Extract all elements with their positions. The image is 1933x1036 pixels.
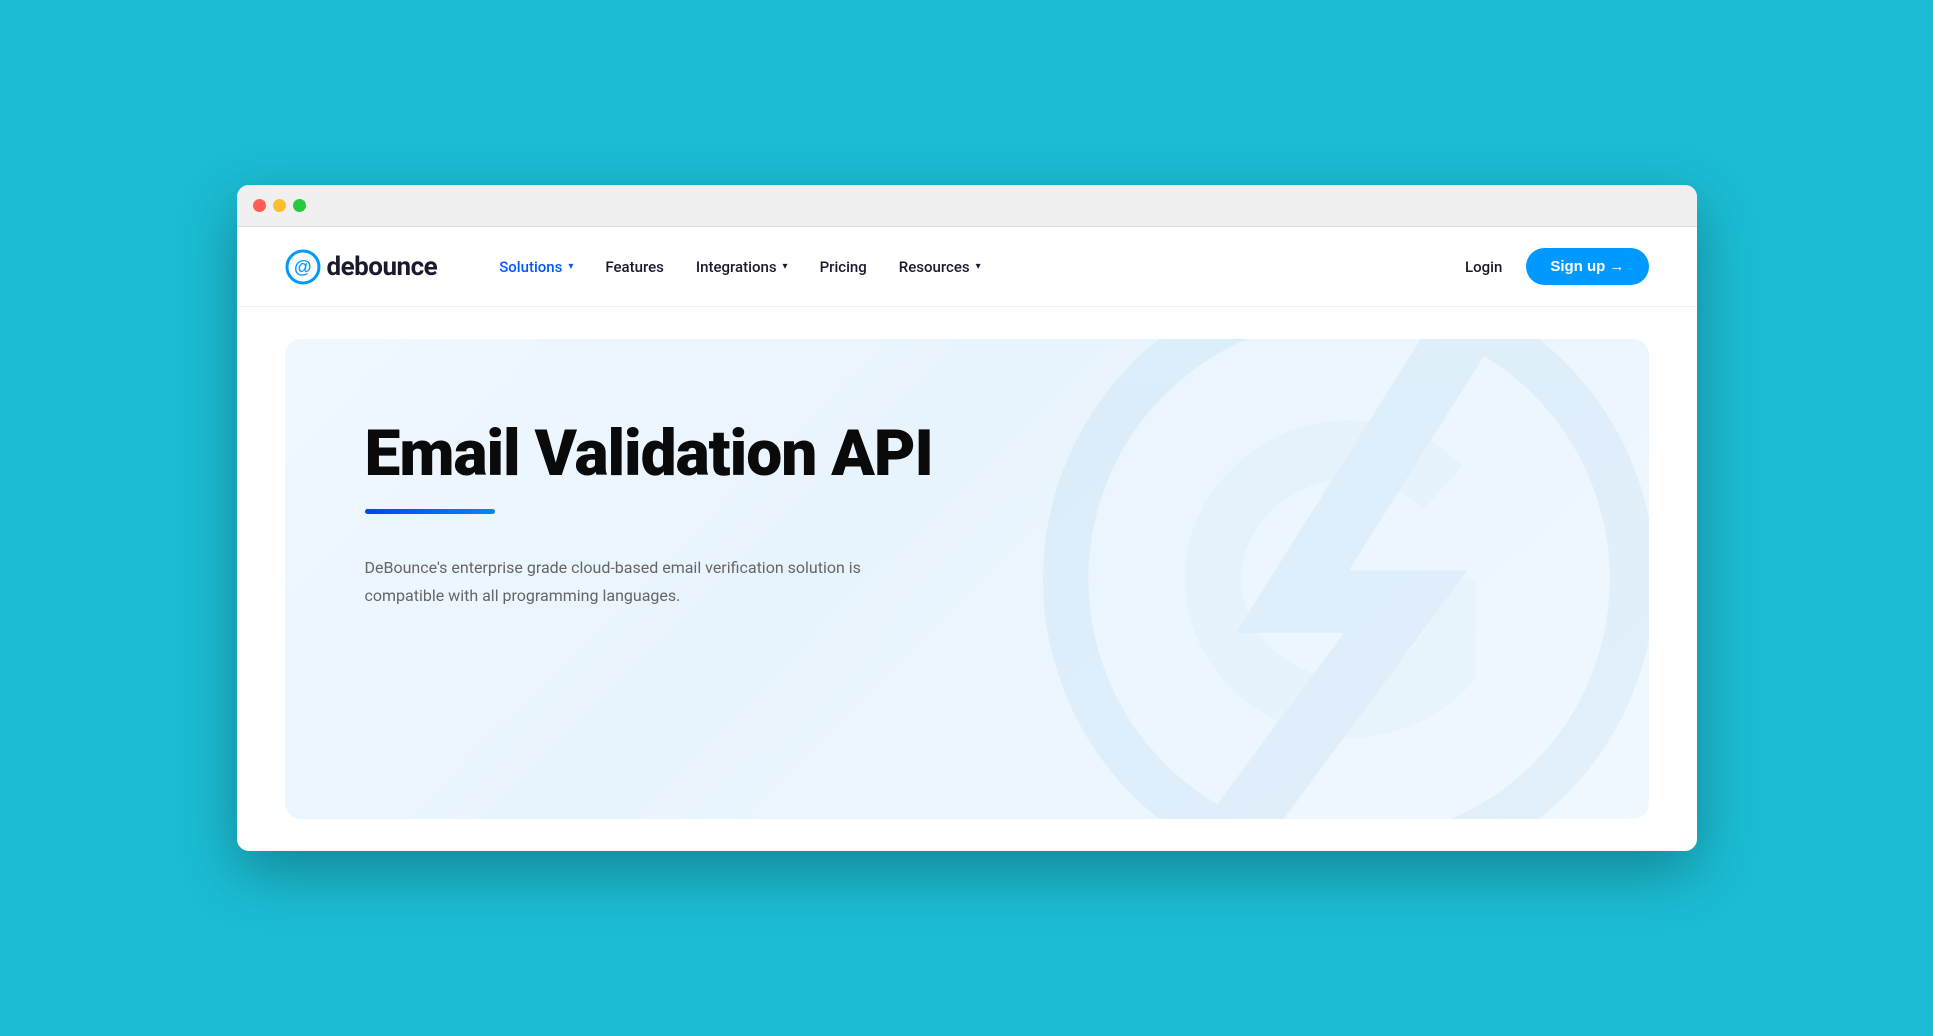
chevron-down-icon: ▾	[783, 261, 788, 272]
signup-button[interactable]: Sign up →	[1526, 248, 1648, 285]
hero-bg-decoration	[1009, 339, 1649, 819]
navbar: @ debounce Solutions ▾ Features Integrat…	[237, 227, 1697, 307]
hero-section: Email Validation API DeBounce's enterpri…	[285, 339, 1649, 819]
logo[interactable]: @ debounce	[285, 249, 438, 285]
nav-item-resources[interactable]: Resources ▾	[885, 250, 995, 284]
chevron-down-icon: ▾	[976, 261, 981, 272]
maximize-dot[interactable]	[293, 199, 306, 212]
hero-content: Email Validation API DeBounce's enterpri…	[365, 419, 985, 609]
nav-item-solutions[interactable]: Solutions ▾	[485, 250, 587, 284]
nav-item-features[interactable]: Features	[591, 250, 677, 284]
hero-divider	[365, 509, 495, 514]
close-dot[interactable]	[253, 199, 266, 212]
chevron-down-icon: ▾	[568, 261, 573, 272]
nav-actions: Login Sign up →	[1461, 248, 1648, 285]
nav-links: Solutions ▾ Features Integrations ▾ Pric…	[485, 250, 1461, 284]
svg-text:@: @	[294, 257, 312, 277]
logo-icon: @	[285, 249, 321, 285]
browser-content: @ debounce Solutions ▾ Features Integrat…	[237, 227, 1697, 819]
login-button[interactable]: Login	[1461, 250, 1506, 284]
browser-dots	[253, 199, 306, 212]
hero-description: DeBounce's enterprise grade cloud-based …	[365, 554, 885, 608]
minimize-dot[interactable]	[273, 199, 286, 212]
hero-title: Email Validation API	[365, 419, 985, 489]
logo-text: debounce	[327, 252, 438, 282]
browser-window: @ debounce Solutions ▾ Features Integrat…	[237, 185, 1697, 851]
nav-item-integrations[interactable]: Integrations ▾	[682, 250, 802, 284]
browser-titlebar	[237, 185, 1697, 227]
nav-item-pricing[interactable]: Pricing	[806, 250, 881, 284]
